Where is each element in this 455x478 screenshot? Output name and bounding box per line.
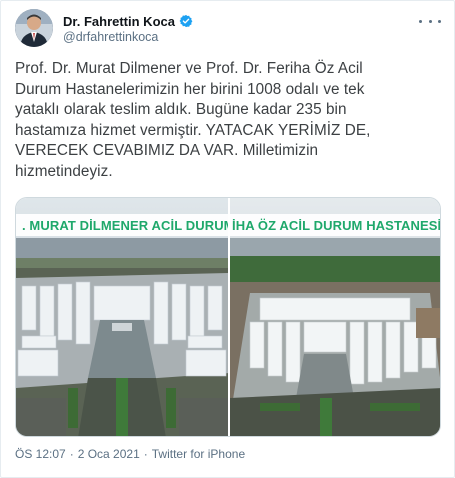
tweet-line: VERECEK CEVABIMIZ DA VAR. Milletimizin — [15, 142, 319, 160]
tweet-header: Dr. Fahrettin Koca @drfahrettinkoca — [15, 9, 443, 49]
hospital-banner-right: İHA ÖZ ACİL DURUM HASTANESİ — [232, 218, 440, 233]
author-name[interactable]: Dr. Fahrettin Koca — [63, 14, 175, 29]
tweet-time[interactable]: ÖS 12:07 — [15, 447, 66, 461]
tweet-line: hastamıza hizmet vermiştir. YATACAK YERİ… — [15, 121, 371, 139]
tweet-line: hizmetindeyiz. — [15, 162, 113, 180]
tweet-date[interactable]: 2 Oca 2021 — [78, 447, 140, 461]
tweet-meta: ÖS 12:07 · 2 Oca 2021 · Twitter for iPho… — [15, 447, 245, 461]
more-dot — [428, 19, 432, 23]
tweet-text: Prof. Dr. Murat Dilmener ve Prof. Dr. Fe… — [15, 59, 443, 183]
more-options-icon[interactable] — [419, 15, 441, 27]
avatar[interactable] — [15, 9, 53, 47]
meta-separator: · — [69, 447, 74, 461]
meta-separator: · — [143, 447, 148, 461]
author-handle[interactable]: @drfahrettinkoca — [63, 30, 158, 44]
hospital-photo-left[interactable]: . MURAT DİLMENER ACİL DURUM HASTANESİ — [16, 198, 228, 436]
author-name-row[interactable]: Dr. Fahrettin Koca — [63, 12, 193, 30]
more-dot — [438, 19, 441, 23]
verified-badge-icon — [179, 14, 193, 28]
tweet-line: Prof. Dr. Murat Dilmener ve Prof. Dr. Fe… — [15, 60, 363, 77]
tweet-card: Dr. Fahrettin Koca @drfahrettinkoca Prof… — [0, 0, 455, 478]
tweet-media: . MURAT DİLMENER ACİL DURUM HASTANESİ — [15, 197, 441, 437]
tweet-source[interactable]: Twitter for iPhone — [152, 447, 245, 461]
more-dot — [419, 19, 422, 23]
hospital-photo-right[interactable]: İHA ÖZ ACİL DURUM HASTANESİ — [228, 198, 440, 436]
tweet-line: yataklı olarak teslim aldık. Bugüne kada… — [15, 101, 347, 119]
hospital-banner-left: . MURAT DİLMENER ACİL DURUM HASTANESİ — [22, 218, 228, 233]
tweet-line: Durum Hastanelerimizin her birini 1008 o… — [15, 80, 365, 98]
